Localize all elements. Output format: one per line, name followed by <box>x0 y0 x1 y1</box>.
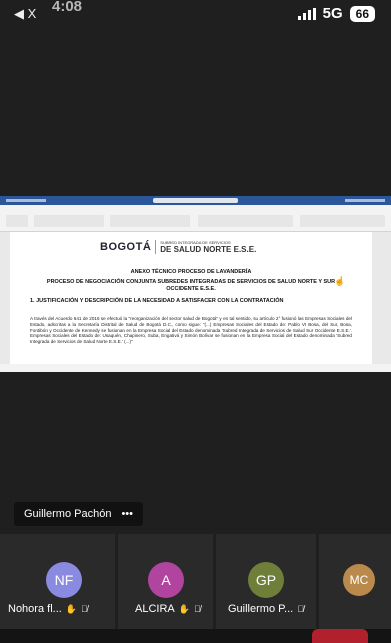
mic-muted-icon: 🎙̸ <box>193 604 201 614</box>
document-heading: ANEXO TÉCNICO PROCESO DE LAVANDERÍA <box>130 269 252 275</box>
avatar: GP <box>248 562 284 598</box>
word-status-bar <box>0 364 391 372</box>
avatar: NF <box>46 562 82 598</box>
document-page: BOGOTÁ SUBRED INTEGRADA DE SERVICIOS DE … <box>10 232 372 364</box>
avatar: A <box>148 562 184 598</box>
signal-icon <box>297 7 316 20</box>
participant-tile[interactable]: GP Guillermo P... 🎙̸ <box>216 534 316 629</box>
mic-muted-icon: 🎙̸ <box>81 604 88 614</box>
participant-tile[interactable]: A ALCIRA ✋ 🎙̸ <box>118 534 213 629</box>
document-area: BOGOTÁ SUBRED INTEGRADA DE SERVICIOS DE … <box>0 232 391 364</box>
logo-subtext-2: DE SALUD NORTE E.S.E. <box>160 245 257 254</box>
hand-raised-icon: ✋ <box>178 603 190 614</box>
presenter-name: Guillermo Pachón <box>24 508 112 520</box>
section-title: 1. JUSTIFICACIÓN Y DESCRIPCIÓN DE LA NEC… <box>30 298 284 304</box>
back-to-app[interactable]: ◀ X <box>14 6 36 22</box>
participant-name: Nohora fl... <box>8 603 62 615</box>
window-controls <box>6 199 46 202</box>
shared-screen[interactable]: BOGOTÁ SUBRED INTEGRADA DE SERVICIOS DE … <box>0 196 391 372</box>
window-buttons <box>345 199 385 202</box>
logo-text: BOGOTÁ <box>100 241 152 253</box>
hand-raised-icon: ✋ <box>65 603 78 614</box>
document-subheading: PROCESO DE NEGOCIACIÓN CONJUNTA SUBREDES… <box>46 279 336 292</box>
word-menu-bar <box>0 205 391 212</box>
mic-muted-icon: 🎙̸ <box>297 604 304 614</box>
leave-call-button[interactable] <box>312 629 368 643</box>
word-ribbon <box>0 212 391 232</box>
participant-strip: NF Nohora fl... ✋ 🎙̸ A ALCIRA ✋ 🎙̸ GP Gu… <box>0 534 391 629</box>
network-type: 5G <box>322 5 343 22</box>
participant-tile[interactable]: NF Nohora fl... ✋ 🎙̸ <box>0 534 115 629</box>
document-body: A través del Acuerdo 641 de 2016 se efec… <box>30 316 352 345</box>
participant-tile[interactable]: MC <box>319 534 391 629</box>
participant-name: Guillermo P... <box>228 603 294 615</box>
presenter-name-chip[interactable]: Guillermo Pachón ••• <box>14 502 143 526</box>
bogota-logo: BOGOTÁ SUBRED INTEGRADA DE SERVICIOS DE … <box>100 240 256 254</box>
clock: 4:08 <box>52 0 83 15</box>
hand-cursor-icon: ☝ <box>334 276 346 286</box>
avatar: MC <box>343 564 375 596</box>
battery-indicator: 66 <box>349 5 375 22</box>
participant-name: ALCIRA <box>135 603 175 615</box>
back-label[interactable]: ◀ X <box>14 6 36 22</box>
word-title-bar <box>0 196 391 205</box>
status-bar: ◀ X 4:08 5G 66 <box>0 0 391 30</box>
more-options-icon[interactable]: ••• <box>121 508 133 520</box>
word-search-box <box>153 198 238 203</box>
